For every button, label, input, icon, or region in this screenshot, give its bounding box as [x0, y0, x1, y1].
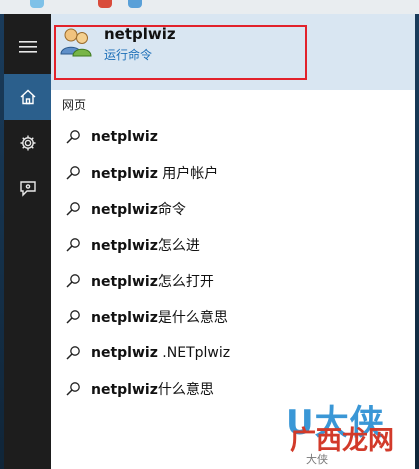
search-icon — [66, 130, 80, 144]
search-icon — [66, 310, 80, 324]
best-match-row[interactable]: netplwiz 运行命令 — [51, 14, 415, 90]
suggestion-item[interactable]: netplwiz 用户帐户 — [51, 155, 415, 191]
suggestion-rest: 用户帐户 — [157, 166, 219, 182]
section-label-web: 网页 — [62, 98, 87, 112]
home-icon[interactable] — [4, 74, 51, 120]
suggestion-bold: netplwiz — [91, 345, 158, 361]
search-icon — [66, 346, 80, 360]
suggestion-bold: netplwiz — [91, 274, 158, 290]
suggestion-bold: netplwiz — [91, 310, 158, 326]
suggestion-item[interactable]: netplwiz怎么打开 — [51, 263, 415, 299]
suggestion-item[interactable]: netplwiz是什么意思 — [51, 299, 415, 335]
search-icon — [66, 166, 80, 180]
suggestion-rest: 怎么进 — [157, 238, 200, 254]
suggestion-bold: netplwiz — [91, 129, 158, 145]
suggestion-item[interactable]: netplwiz — [51, 119, 415, 155]
best-match-title: netplwiz — [104, 25, 176, 43]
suggestion-bold: netplwiz — [91, 166, 158, 182]
search-icon — [66, 202, 80, 216]
gear-icon[interactable] — [4, 120, 51, 166]
user-accounts-icon — [60, 28, 92, 57]
search-icon — [66, 382, 80, 396]
feedback-icon[interactable] — [4, 166, 51, 212]
suggestion-list: netplwiz netplwiz 用户帐户 netplwiz命令 netplw… — [51, 119, 415, 407]
suggestion-rest: .NETplwiz — [157, 345, 231, 361]
suggestion-bold: netplwiz — [91, 202, 158, 218]
suggestion-rest: 命令 — [157, 202, 186, 218]
suggestion-rest: 什么意思 — [157, 382, 214, 398]
suggestion-item[interactable]: netplwiz命令 — [51, 191, 415, 227]
suggestion-item[interactable]: netplwiz .NETplwiz — [51, 335, 415, 371]
desktop-icon-edge — [128, 0, 142, 8]
desktop-icon-edge — [30, 0, 44, 8]
start-menu-rail — [4, 14, 51, 469]
search-icon — [66, 274, 80, 288]
suggestion-rest: 怎么打开 — [157, 274, 214, 290]
suggestion-bold: netplwiz — [91, 238, 158, 254]
suggestion-item[interactable]: netplwiz怎么进 — [51, 227, 415, 263]
watermark-logo: U大侠 广西龙网 大侠 — [280, 395, 419, 469]
desktop-icon-edge — [98, 0, 112, 8]
suggestion-bold: netplwiz — [91, 382, 158, 398]
menu-icon[interactable] — [4, 24, 51, 70]
best-match-subtitle: 运行命令 — [104, 48, 153, 62]
suggestion-rest: 是什么意思 — [157, 310, 228, 326]
desktop-top-strip — [0, 0, 419, 14]
watermark-bottom: 大侠 — [304, 451, 330, 467]
search-icon — [66, 238, 80, 252]
